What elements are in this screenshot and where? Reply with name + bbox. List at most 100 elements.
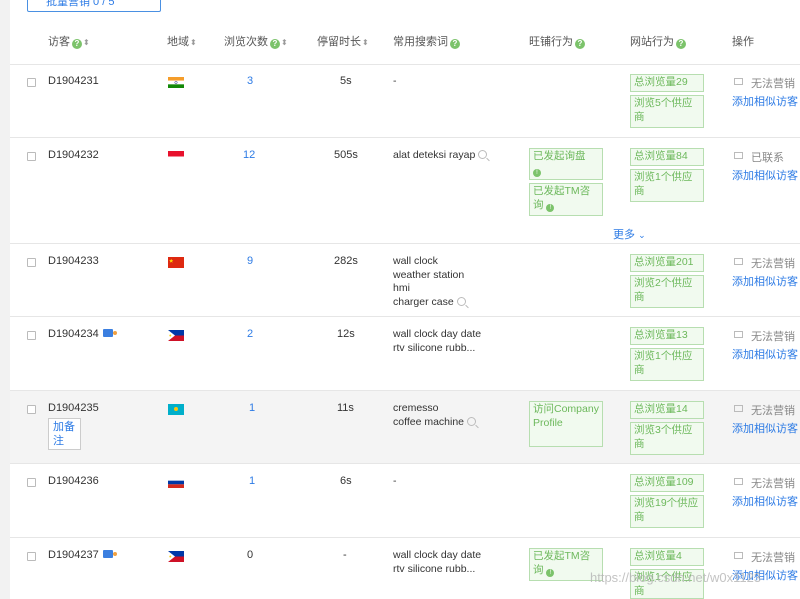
- total-pageviews-tag: 总浏览量29: [630, 74, 704, 92]
- mail-icon: [734, 331, 743, 338]
- left-gutter: [0, 0, 10, 599]
- help-icon[interactable]: ?: [72, 39, 82, 49]
- id-card-icon[interactable]: [102, 329, 117, 337]
- col-keywords: 常用搜索词?: [393, 33, 460, 49]
- add-similar-visitor-link[interactable]: 添加相似访客: [732, 167, 798, 183]
- search-keywords: cremesso coffee machine: [393, 402, 477, 429]
- help-icon[interactable]: ?: [676, 39, 686, 49]
- search-keywords: -: [393, 475, 397, 487]
- add-similar-visitor-link[interactable]: 添加相似访客: [732, 493, 798, 509]
- flag-philippines-icon: [168, 551, 184, 562]
- view-count[interactable]: 1: [249, 402, 255, 414]
- flag-kazakhstan-icon: [168, 404, 184, 415]
- table-row: D1904234 2 12s wall clock day date rtv si…: [10, 317, 800, 391]
- view-count[interactable]: 9: [247, 255, 253, 267]
- mail-icon: [734, 552, 743, 559]
- help-icon[interactable]: ?: [575, 39, 585, 49]
- add-note-button[interactable]: 加备注: [48, 418, 81, 450]
- id-card-icon[interactable]: [102, 550, 117, 558]
- view-count[interactable]: 12: [243, 149, 255, 161]
- view-count[interactable]: 2: [247, 328, 253, 340]
- view-count: 0: [247, 549, 254, 561]
- add-similar-visitor-link[interactable]: 添加相似访客: [732, 93, 798, 109]
- marketing-status: 无法营销: [751, 405, 795, 417]
- visitor-id[interactable]: D1904234: [48, 328, 117, 340]
- col-website: 网站行为?: [630, 33, 686, 49]
- add-similar-visitor-link[interactable]: 添加相似访客: [732, 346, 798, 362]
- suppliers-viewed-tag: 浏览3个供应商: [630, 422, 704, 455]
- col-actions: 操作: [732, 36, 754, 48]
- visitor-id[interactable]: D1904235: [48, 402, 99, 414]
- add-similar-visitor-link[interactable]: 添加相似访客: [732, 420, 798, 436]
- visitor-id[interactable]: D1904236: [48, 475, 99, 487]
- mail-icon: [734, 152, 743, 159]
- total-pageviews-tag: 总浏览量4: [630, 548, 704, 566]
- visitor-id[interactable]: D1904233: [48, 255, 99, 267]
- view-count[interactable]: 3: [247, 75, 253, 87]
- table-row: D1904231 3 5s - 总浏览量29 浏览5个供应商 无法营销 添加相似…: [10, 64, 800, 138]
- stay-duration: 282s: [334, 255, 358, 267]
- row-checkbox[interactable]: [27, 152, 36, 161]
- mail-icon: [734, 78, 743, 85]
- search-icon[interactable]: [478, 150, 488, 159]
- stay-duration: 12s: [337, 328, 355, 340]
- add-similar-visitor-link[interactable]: 添加相似访客: [732, 273, 798, 289]
- row-checkbox[interactable]: [27, 405, 36, 414]
- flag-philippines-icon: [168, 330, 184, 341]
- search-icon[interactable]: [467, 416, 477, 426]
- stay-duration: 11s: [337, 402, 354, 414]
- search-keywords: -: [393, 75, 397, 87]
- flag-russia-icon: [168, 477, 184, 488]
- view-count[interactable]: 1: [249, 475, 255, 487]
- suppliers-viewed-tag: 浏览5个供应商: [630, 95, 704, 128]
- total-pageviews-tag: 总浏览量14: [630, 401, 704, 419]
- help-icon[interactable]: ?: [270, 39, 280, 49]
- table-row: D1904237 0 - wall clock day date rtv sili…: [10, 538, 800, 599]
- search-icon[interactable]: [456, 296, 466, 306]
- row-checkbox[interactable]: [27, 331, 36, 340]
- stay-duration: 5s: [340, 75, 352, 87]
- search-keywords: wall clock weather station hmi charger case: [393, 255, 466, 308]
- col-visitor[interactable]: 访客? ⬍: [48, 33, 90, 49]
- col-wangpu: 旺铺行为?: [529, 33, 585, 49]
- mail-icon: [734, 478, 743, 485]
- sort-icon: ⬍: [83, 38, 90, 47]
- suppliers-viewed-tag: 浏览1个供应商: [630, 348, 704, 381]
- row-checkbox[interactable]: [27, 258, 36, 267]
- sort-icon: ⬍: [281, 38, 288, 47]
- tm-consult-tag: 已发起TM咨询 !: [529, 183, 603, 216]
- mail-icon: [734, 258, 743, 265]
- help-icon[interactable]: ?: [450, 39, 460, 49]
- visitor-id[interactable]: D1904232: [48, 149, 99, 161]
- col-duration[interactable]: 停留时长⬍: [317, 33, 369, 49]
- sort-icon: ⬍: [362, 38, 369, 47]
- total-pageviews-tag: 总浏览量84: [630, 148, 704, 166]
- flag-india-icon: [168, 77, 184, 88]
- table-row: D1904232 12 505s alat deteksi rayap 已发起询…: [10, 138, 800, 244]
- more-link[interactable]: 更多 ⌄: [613, 226, 646, 242]
- row-checkbox[interactable]: [27, 552, 36, 561]
- chevron-down-icon: ⌄: [638, 230, 646, 240]
- info-icon[interactable]: !: [546, 203, 555, 212]
- company-profile-tag: 访问Company Profile: [529, 401, 603, 447]
- visitor-id[interactable]: D1904237: [48, 549, 117, 561]
- flag-indonesia-icon: [168, 151, 184, 162]
- col-region[interactable]: 地域⬍: [167, 33, 197, 49]
- suppliers-viewed-tag: 浏览2个供应商: [630, 275, 704, 308]
- row-checkbox[interactable]: [27, 78, 36, 87]
- marketing-status: 无法营销: [751, 331, 795, 343]
- marketing-status: 已联系: [751, 152, 784, 164]
- marketing-status: 无法营销: [751, 78, 795, 90]
- info-icon[interactable]: !: [533, 168, 541, 177]
- batch-marketing-button[interactable]: 批量营销 0 / 5: [27, 0, 161, 12]
- row-checkbox[interactable]: [27, 478, 36, 487]
- info-icon[interactable]: !: [546, 568, 555, 577]
- total-pageviews-tag: 总浏览量13: [630, 327, 704, 345]
- table-row: D1904233 9 282s wall clock weather statio…: [10, 244, 800, 317]
- sort-icon: ⬍: [190, 38, 197, 47]
- search-keywords: wall clock day date rtv silicone rubb...: [393, 328, 482, 354]
- watermark: https://blog.csdn.net/w0x1123: [590, 570, 762, 585]
- col-views[interactable]: 浏览次数? ⬍: [224, 33, 288, 49]
- visitor-id[interactable]: D1904231: [48, 75, 99, 87]
- suppliers-viewed-tag: 浏览1个供应商: [630, 169, 704, 202]
